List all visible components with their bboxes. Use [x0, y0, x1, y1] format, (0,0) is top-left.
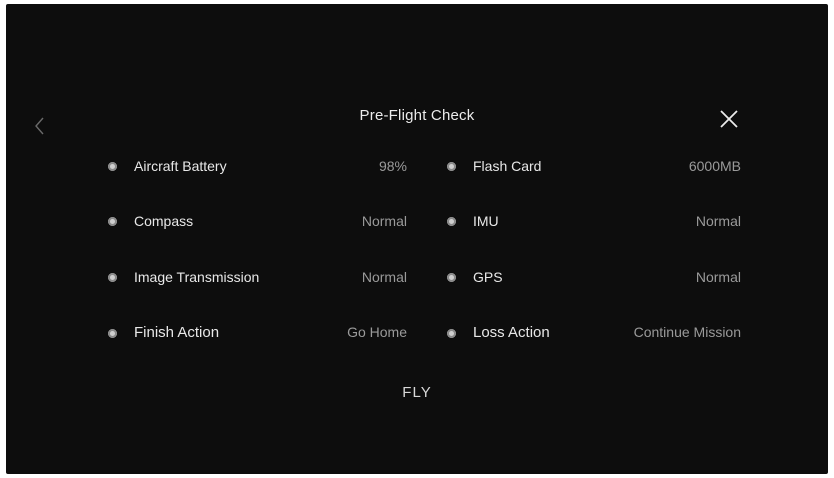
check-label: Loss Action	[473, 324, 550, 341]
check-value: Normal	[695, 213, 741, 229]
status-dot-icon	[447, 273, 456, 282]
check-label: Image Transmission	[134, 269, 260, 285]
check-value[interactable]: Continue Mission	[634, 324, 741, 340]
status-dot-icon	[447, 217, 456, 226]
check-value: 98%	[378, 158, 407, 174]
check-label: Aircraft Battery	[134, 158, 227, 174]
status-dot-icon	[447, 329, 456, 338]
check-label: GPS	[473, 269, 503, 285]
check-label: IMU	[473, 213, 499, 229]
preflight-check-screen: Pre-Flight Check Aircraft Battery 98% Co…	[6, 4, 828, 474]
status-dot-icon	[108, 273, 117, 282]
check-label: Flash Card	[473, 158, 542, 174]
close-icon	[720, 110, 738, 128]
fly-button[interactable]: FLY	[402, 384, 431, 401]
close-button[interactable]	[718, 108, 740, 130]
check-value[interactable]: Go Home	[347, 324, 407, 340]
fly-button-container: FLY	[6, 384, 828, 401]
check-label: Finish Action	[134, 324, 220, 341]
check-value: 6000MB	[688, 158, 741, 174]
check-value: Normal	[695, 269, 741, 285]
check-value: Normal	[361, 213, 407, 229]
status-dot-icon	[447, 162, 456, 171]
page-title: Pre-Flight Check	[359, 107, 475, 124]
check-label: Compass	[134, 213, 194, 229]
status-dot-icon	[108, 329, 117, 338]
status-dot-icon	[108, 162, 117, 171]
check-value: Normal	[361, 269, 407, 285]
status-dot-icon	[108, 217, 117, 226]
